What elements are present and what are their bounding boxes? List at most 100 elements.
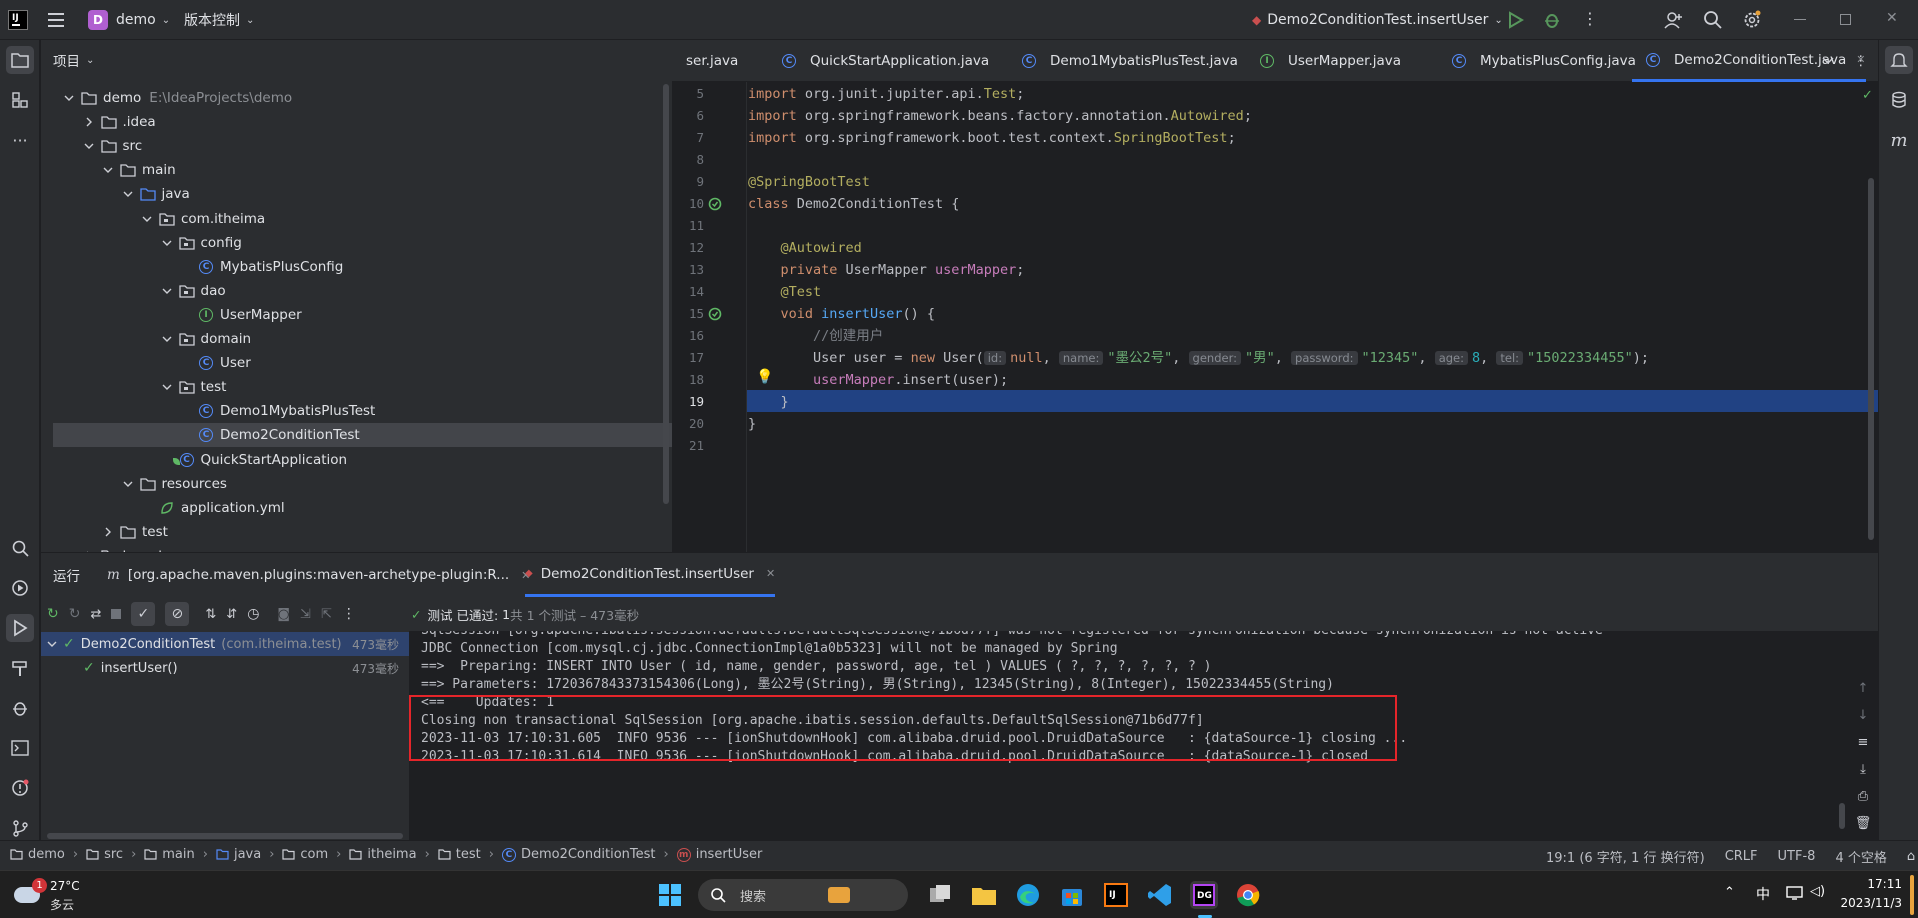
file-encoding[interactable]: UTF-8: [1778, 849, 1816, 864]
breadcrumb-item[interactable]: com: [282, 847, 328, 862]
terminal-tool-icon[interactable]: [6, 734, 34, 762]
tree-item[interactable]: demo E:\IdeaProjects\demo: [53, 86, 672, 110]
tree-item[interactable]: target: [53, 544, 672, 552]
toggle-auto-test-icon[interactable]: ⇄: [90, 607, 101, 622]
editor-tab[interactable]: C Demo1MybatisPlusTest.java: [1008, 40, 1238, 82]
up-arrow-icon[interactable]: ↑: [1853, 675, 1873, 702]
breadcrumb-item[interactable]: src: [86, 847, 123, 862]
print-icon[interactable]: ⎙: [1853, 783, 1873, 810]
structure-tool-icon[interactable]: [6, 86, 34, 114]
tree-item[interactable]: java: [53, 182, 672, 206]
clock-time[interactable]: 17:11: [1842, 877, 1902, 891]
notification-indicator[interactable]: [1910, 875, 1914, 915]
trash-icon[interactable]: 🗑: [1853, 810, 1873, 837]
notifications-icon[interactable]: [1885, 46, 1913, 74]
run-tool-icon[interactable]: [6, 614, 34, 642]
tree-item[interactable]: domain: [53, 327, 672, 351]
tab-maven-run[interactable]: m [org.apache.maven.plugins:maven-archet…: [107, 553, 530, 597]
tree-item[interactable]: C QuickStartApplication: [53, 448, 672, 472]
more-actions-icon[interactable]: ⋮: [1582, 10, 1598, 28]
soft-wrap-icon[interactable]: ≡: [1853, 729, 1873, 756]
export-icon[interactable]: ⇱: [321, 607, 332, 622]
project-tool-icon[interactable]: [6, 46, 34, 74]
test-tree-item[interactable]: ✓ insertUser() 473毫秒: [41, 656, 409, 680]
find-tool-icon[interactable]: [6, 534, 34, 562]
code-line[interactable]: void insertUser() {: [748, 303, 935, 325]
code-line[interactable]: //创建用户: [748, 325, 883, 347]
down-arrow-icon[interactable]: ↓: [1853, 702, 1873, 729]
close-icon[interactable]: ✕: [766, 567, 775, 580]
code-line[interactable]: import org.springframework.boot.test.con…: [748, 127, 1236, 149]
code-line[interactable]: User user = new User(id: null, name: "墨公2号…: [748, 347, 1649, 369]
volume-icon[interactable]: ◁): [1810, 884, 1825, 899]
main-menu-icon[interactable]: [48, 11, 68, 29]
clock-date[interactable]: 2023/11/3: [1830, 896, 1902, 910]
lock-icon[interactable]: ⌂: [1907, 849, 1915, 864]
tree-hscrollbar[interactable]: [47, 833, 403, 839]
close-icon[interactable]: ✕: [1886, 10, 1898, 26]
scroll-to-end-icon[interactable]: ⤓: [1853, 756, 1873, 783]
taskbar-search[interactable]: 搜索: [698, 879, 908, 911]
windows-start-icon[interactable]: [656, 881, 684, 909]
tree-item[interactable]: C MybatisPlusConfig: [53, 255, 672, 279]
editor-tab[interactable]: ser.java: [672, 40, 738, 82]
editor-tab[interactable]: I UserMapper.java: [1246, 40, 1401, 82]
code-line[interactable]: private UserMapper userMapper;: [748, 259, 1025, 281]
chevron-down-icon[interactable]: [159, 283, 175, 299]
chevron-down-icon[interactable]: [81, 138, 97, 154]
tree-item[interactable]: com.itheima: [53, 207, 672, 231]
project-panel-header[interactable]: 项目 ⌄: [53, 50, 94, 70]
code-line[interactable]: @SpringBootTest: [748, 171, 870, 193]
tree-scrollbar[interactable]: [663, 84, 669, 504]
code-line[interactable]: }: [748, 413, 756, 435]
lightbulb-icon[interactable]: 💡: [756, 369, 773, 385]
chevron-down-icon[interactable]: [159, 379, 175, 395]
task-view-icon[interactable]: [926, 881, 954, 909]
tree-item[interactable]: .idea: [53, 110, 672, 134]
chevron-down-icon[interactable]: [47, 639, 57, 649]
run-test-gutter-icon[interactable]: [708, 197, 722, 211]
project-switcher[interactable]: D demo ⌄: [88, 8, 170, 32]
tree-item[interactable]: main: [53, 158, 672, 182]
tree-item[interactable]: test: [53, 520, 672, 544]
code-line[interactable]: import org.junit.jupiter.api.Test;: [748, 83, 1024, 105]
breadcrumb-item[interactable]: itheima: [349, 847, 417, 862]
run-icon[interactable]: [1508, 11, 1524, 29]
tree-item[interactable]: src: [53, 134, 672, 158]
code-line[interactable]: class Demo2ConditionTest {: [748, 193, 959, 215]
code-line[interactable]: import org.springframework.beans.factory…: [748, 105, 1252, 127]
sort-alpha-icon[interactable]: ⇅: [205, 607, 216, 622]
add-user-icon[interactable]: [1664, 10, 1684, 30]
stop-icon[interactable]: [111, 609, 122, 619]
show-ignored-icon[interactable]: ⊘: [165, 602, 190, 626]
code-line[interactable]: @Autowired: [748, 237, 862, 259]
tray-chevron-up-icon[interactable]: ⌃: [1724, 885, 1735, 900]
tree-item[interactable]: I UserMapper: [53, 303, 672, 327]
tree-item[interactable]: resources: [53, 472, 672, 496]
indent-setting[interactable]: 4 个空格: [1835, 847, 1886, 866]
code-line[interactable]: }: [748, 391, 789, 413]
tree-item[interactable]: dao: [53, 279, 672, 303]
minimize-icon[interactable]: [1794, 19, 1806, 20]
chevron-down-icon[interactable]: [100, 162, 116, 178]
sort-duration-icon[interactable]: ⇵: [226, 607, 237, 622]
rerun-failed-icon[interactable]: ↻: [69, 606, 81, 622]
build-tool-icon[interactable]: [6, 654, 34, 682]
more-tools-icon[interactable]: ···: [6, 126, 34, 154]
breadcrumb-item[interactable]: m insertUser: [676, 847, 762, 862]
tab-list-chevron-icon[interactable]: [1822, 40, 1834, 82]
datagrip-icon[interactable]: DG: [1190, 881, 1218, 909]
rerun-icon[interactable]: ↻: [47, 606, 59, 622]
more-actions-icon[interactable]: ⋮: [1854, 40, 1868, 82]
settings-icon[interactable]: [1742, 10, 1762, 30]
tree-item[interactable]: C Demo1MybatisPlusTest: [53, 399, 672, 423]
code-line[interactable]: @Test: [748, 281, 822, 303]
history-icon[interactable]: ◷: [247, 606, 259, 622]
breadcrumb-item[interactable]: main: [144, 847, 195, 862]
store-icon[interactable]: [1058, 881, 1086, 909]
tree-item[interactable]: test: [53, 375, 672, 399]
tree-item[interactable]: config: [53, 231, 672, 255]
run-config-selector[interactable]: ◆ Demo2ConditionTest.insertUser ⌄: [1252, 8, 1503, 32]
editor-tab[interactable]: C QuickStartApplication.java: [768, 40, 989, 82]
editor-scrollbar[interactable]: [1868, 178, 1874, 540]
